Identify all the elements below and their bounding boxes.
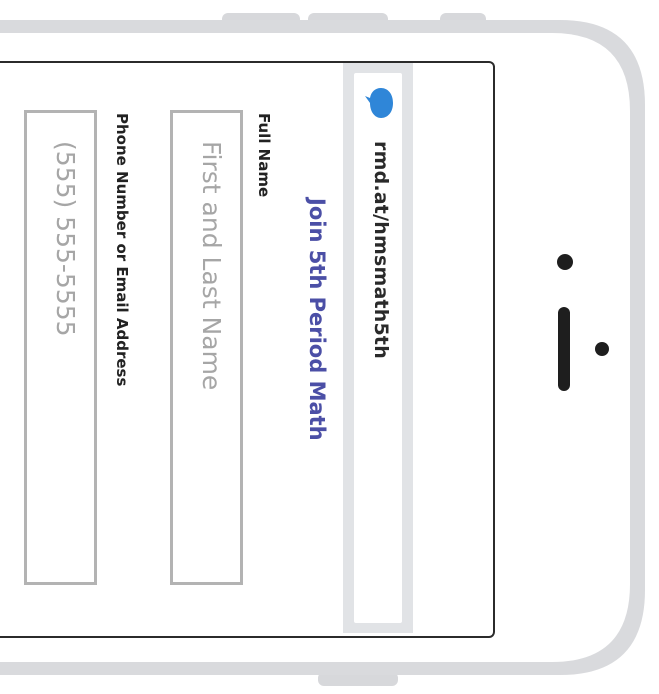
- remind-chat-bubble-icon: [365, 88, 393, 118]
- phone-mockup-stage: rmd.at/hmsmath5th Join 5th Period Math F…: [0, 0, 659, 694]
- contact-input[interactable]: (555) 555-5555: [24, 110, 97, 585]
- rotated-phone-screen: rmd.at/hmsmath5th Join 5th Period Math F…: [0, 63, 413, 633]
- full-name-input[interactable]: First and Last Name: [170, 110, 243, 585]
- earpiece-speaker-slot: [558, 307, 570, 391]
- form-title: Join 5th Period Math: [305, 198, 329, 441]
- url-text[interactable]: rmd.at/hmsmath5th: [370, 141, 392, 359]
- front-camera-dot: [557, 254, 573, 270]
- full-name-label: Full Name: [255, 113, 273, 198]
- contact-label: Phone Number or Email Address: [113, 113, 131, 387]
- browser-url-bar: rmd.at/hmsmath5th: [343, 63, 413, 633]
- proximity-sensor-dot: [595, 342, 609, 356]
